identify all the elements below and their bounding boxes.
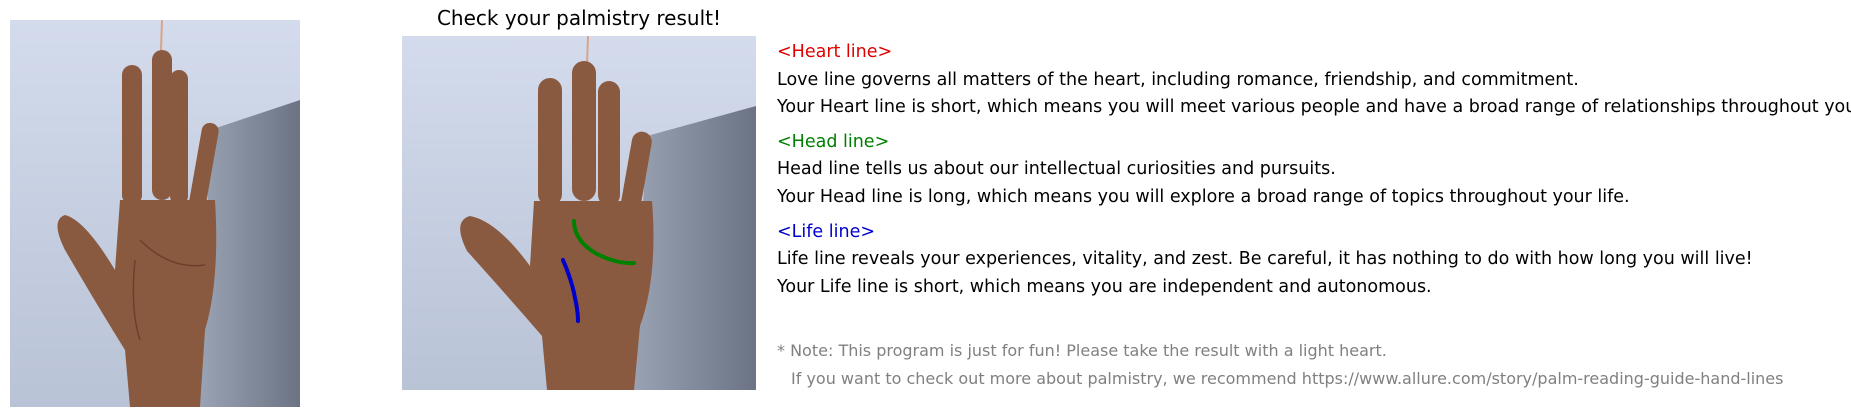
head-line-result: Your Head line is long, which means you …	[777, 187, 1630, 207]
heart-line-result: Your Heart line is short, which means yo…	[777, 97, 1851, 117]
annotated-hand-photo	[402, 36, 756, 390]
life-line-heading: <Life line>	[777, 222, 876, 242]
head-line-description: Head line tells us about our intellectua…	[777, 159, 1336, 179]
life-line-result: Your Life line is short, which means you…	[777, 277, 1432, 297]
heart-line-description: Love line governs all matters of the hea…	[777, 70, 1579, 90]
heart-line-heading: <Heart line>	[777, 42, 893, 62]
annotated-hand-image	[402, 36, 756, 390]
original-hand-photo	[10, 20, 300, 407]
life-line-description: Life line reveals your experiences, vita…	[777, 249, 1753, 269]
original-hand-image	[10, 20, 300, 407]
reference-note: If you want to check out more about palm…	[791, 369, 1784, 388]
result-title: Check your palmistry result!	[436, 6, 722, 30]
head-line-heading: <Head line>	[777, 132, 890, 152]
disclaimer-note: * Note: This program is just for fun! Pl…	[777, 341, 1387, 360]
